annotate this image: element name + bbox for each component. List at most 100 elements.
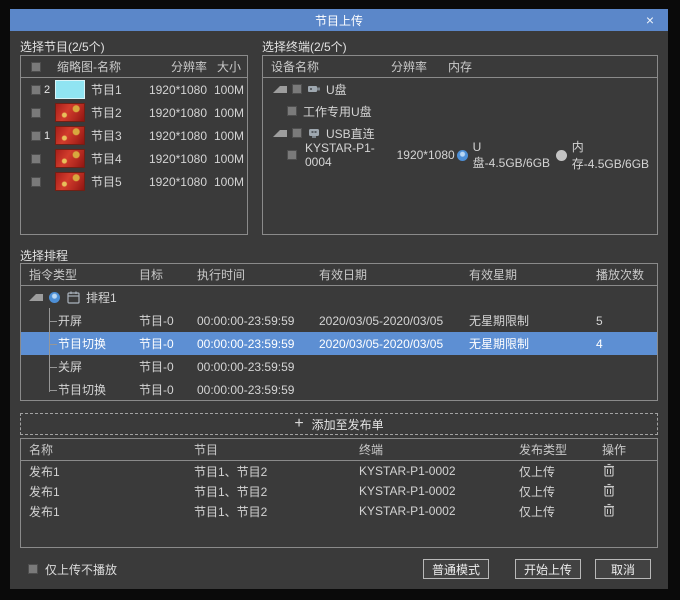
program-resolution: 1920*1080 <box>135 83 211 97</box>
selection-order: 2 <box>44 84 50 96</box>
table-row[interactable]: 1 节目3 1920*1080 100M <box>21 124 247 147</box>
publish-name: 发布1 <box>21 463 186 480</box>
dialog-title: 节目上传 <box>315 12 363 29</box>
command-count: 4 <box>588 337 657 351</box>
command-target: 节目-0 <box>131 381 189 398</box>
add-to-publish-list-button[interactable]: + 添加至发布单 <box>20 413 658 435</box>
tree-item-usb-disk-child[interactable]: 工作专用U盘 <box>263 100 657 122</box>
col-header-resolution: 分辨率 <box>135 58 211 75</box>
schedule-section-label: 选择排程 <box>20 247 68 264</box>
program-thumbnail <box>55 172 85 191</box>
table-row[interactable]: 2 节目1 1920*1080 100M <box>21 78 247 101</box>
program-thumbnail <box>55 80 85 99</box>
device-checkbox[interactable] <box>287 106 297 116</box>
programs-section-label: 选择节目(2/5个) <box>20 38 105 55</box>
schedule-name: 排程1 <box>86 289 117 306</box>
expand-arrow-icon[interactable] <box>273 86 287 93</box>
memory-storage-radio[interactable] <box>556 150 567 161</box>
program-name: 节目5 <box>85 173 135 190</box>
device-name: KYSTAR-P1-0004 <box>297 141 397 169</box>
program-resolution: 1920*1080 <box>135 175 211 189</box>
memory-storage-radio-label: 内存-4.5GB/6GB <box>567 138 657 172</box>
table-row[interactable]: 节目2 1920*1080 100M <box>21 101 247 124</box>
schedule-row[interactable]: 开屏 节目-0 00:00:00-23:59:59 2020/03/05-202… <box>21 309 657 332</box>
group-checkbox[interactable] <box>292 84 302 94</box>
publish-row[interactable]: 发布1 节目1、节目2 KYSTAR-P1-0002 仅上传 <box>21 481 657 501</box>
program-thumbnail <box>55 149 85 168</box>
publish-type: 仅上传 <box>511 503 588 520</box>
col-header-valid-date: 有效日期 <box>311 266 461 283</box>
publish-row[interactable]: 发布1 节目1、节目2 KYSTAR-P1-0002 仅上传 <box>21 461 657 481</box>
command-time: 00:00:00-23:59:59 <box>189 360 311 374</box>
command-type: 节目切换 <box>21 335 131 352</box>
delete-icon[interactable] <box>602 503 616 517</box>
upload-dialog: 节目上传 × 选择节目(2/5个) 选择终端(2/5个) 缩略图-名称 分辨率 … <box>10 9 668 589</box>
tree-group-usb-disk[interactable]: U盘 <box>263 78 657 100</box>
upload-only-option[interactable]: 仅上传不播放 <box>28 561 117 577</box>
table-row[interactable]: 节目5 1920*1080 100M <box>21 170 247 193</box>
usb-storage-radio-label: U盘-4.5GB/6GB <box>468 140 556 171</box>
expand-arrow-icon[interactable] <box>273 130 287 137</box>
schedule-parent-row[interactable]: 排程1 <box>21 286 657 309</box>
delete-icon[interactable] <box>602 483 616 497</box>
publish-row[interactable]: 发布1 节目1、节目2 KYSTAR-P1-0002 仅上传 <box>21 501 657 521</box>
col-header-valid-week: 有效星期 <box>461 266 588 283</box>
program-checkbox[interactable] <box>31 177 41 187</box>
command-time: 00:00:00-23:59:59 <box>189 337 311 351</box>
program-checkbox[interactable] <box>31 154 41 164</box>
usb-plug-icon <box>307 127 321 139</box>
col-header-programs: 节目 <box>186 441 351 458</box>
program-thumbnail <box>55 103 85 122</box>
publish-programs: 节目1、节目2 <box>186 463 351 480</box>
cancel-button[interactable]: 取消 <box>595 559 651 579</box>
col-header-play-count: 播放次数 <box>588 266 657 283</box>
plus-icon: + <box>294 416 303 432</box>
table-row[interactable]: 节目4 1920*1080 100M <box>21 147 247 170</box>
group-label: USB直连 <box>326 125 375 142</box>
publish-type: 仅上传 <box>511 483 588 500</box>
col-header-memory: 内存 <box>448 58 657 75</box>
mode-button[interactable]: 普通模式 <box>423 559 489 579</box>
command-type: 节目切换 <box>21 381 131 398</box>
titlebar[interactable]: 节目上传 × <box>10 9 668 31</box>
col-header-device-name: 设备名称 <box>263 58 391 75</box>
col-header-size: 大小 <box>211 58 247 75</box>
publish-type: 仅上传 <box>511 463 588 480</box>
device-checkbox[interactable] <box>287 150 297 160</box>
tree-item-terminal-device[interactable]: KYSTAR-P1-0004 1920*1080 U盘-4.5GB/6GB 内存… <box>263 144 657 166</box>
schedule-radio[interactable] <box>49 292 60 303</box>
program-name: 节目1 <box>85 81 135 98</box>
col-header-publish-type: 发布类型 <box>511 441 588 458</box>
program-checkbox[interactable] <box>31 108 41 118</box>
group-checkbox[interactable] <box>292 128 302 138</box>
program-size: 100M <box>211 152 247 166</box>
select-all-programs-checkbox[interactable] <box>31 62 41 72</box>
command-date: 2020/03/05-2020/03/05 <box>311 314 461 328</box>
usb-storage-radio[interactable] <box>457 150 468 161</box>
program-checkbox[interactable] <box>31 85 41 95</box>
programs-table: 缩略图-名称 分辨率 大小 2 节目1 1920*1080 100M 节目2 1… <box>20 55 248 235</box>
publish-name: 发布1 <box>21 483 186 500</box>
start-upload-button[interactable]: 开始上传 <box>515 559 581 579</box>
publish-table-header: 名称 节目 终端 发布类型 操作 <box>21 439 657 461</box>
program-resolution: 1920*1080 <box>135 152 211 166</box>
command-time: 00:00:00-23:59:59 <box>189 314 311 328</box>
add-to-publish-list-label: 添加至发布单 <box>312 416 384 433</box>
program-checkbox[interactable] <box>31 131 41 141</box>
col-header-resolution: 分辨率 <box>391 58 448 75</box>
schedule-row-selected[interactable]: 节目切换 节目-0 00:00:00-23:59:59 2020/03/05-2… <box>21 332 657 355</box>
command-target: 节目-0 <box>131 335 189 352</box>
schedule-table-header: 指令类型 目标 执行时间 有效日期 有效星期 播放次数 <box>21 264 657 286</box>
publish-terminal: KYSTAR-P1-0002 <box>351 484 511 498</box>
col-header-command-type: 指令类型 <box>21 266 131 283</box>
upload-only-checkbox[interactable] <box>28 564 38 574</box>
expand-arrow-icon[interactable] <box>29 294 43 301</box>
schedule-row[interactable]: 关屏 节目-0 00:00:00-23:59:59 <box>21 355 657 378</box>
delete-icon[interactable] <box>602 463 616 477</box>
program-name: 节目4 <box>85 150 135 167</box>
command-target: 节目-0 <box>131 312 189 329</box>
publish-name: 发布1 <box>21 503 186 520</box>
program-size: 100M <box>211 129 247 143</box>
close-icon[interactable]: × <box>641 9 659 31</box>
schedule-row[interactable]: 节目切换 节目-0 00:00:00-23:59:59 <box>21 378 657 401</box>
